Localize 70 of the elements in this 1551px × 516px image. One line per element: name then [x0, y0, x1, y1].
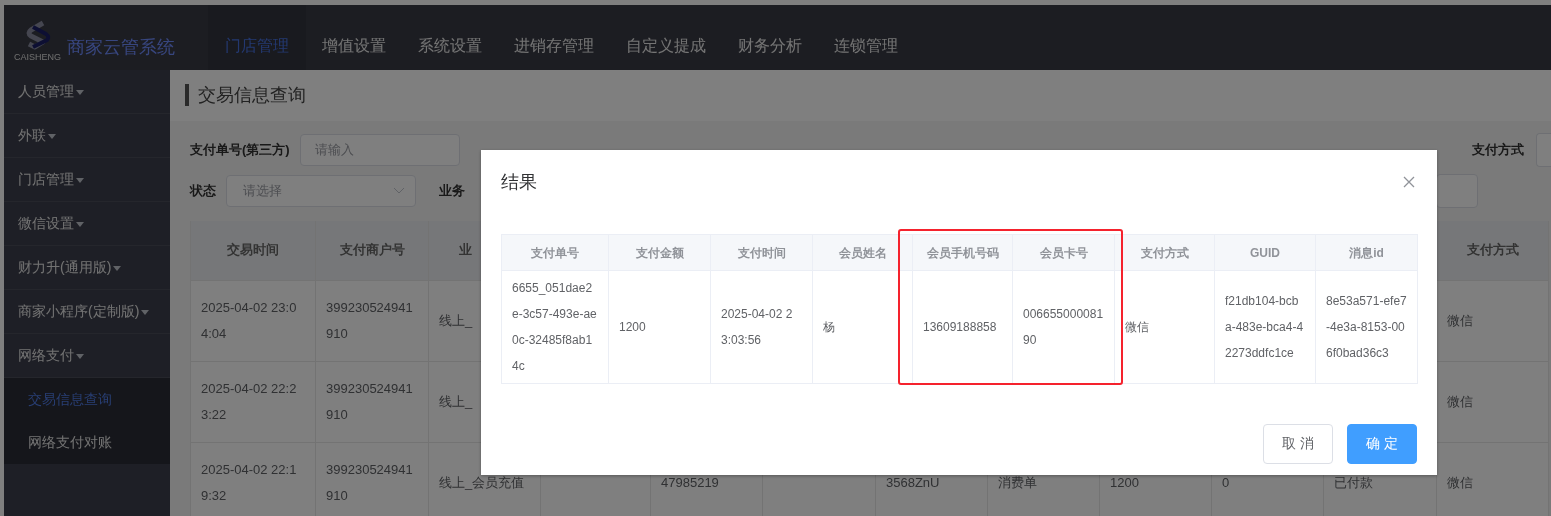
nav-tab[interactable]: 系统设置 — [402, 5, 498, 70]
table-cell-text: 1200 — [1110, 473, 1139, 492]
sidebar-item[interactable]: 商家小程序(定制版) — [4, 290, 170, 334]
table-cell-text: 微信 — [1447, 473, 1473, 492]
caret-icon — [48, 134, 56, 139]
table-cell-text: 线上_ — [439, 392, 473, 411]
table-cell-text: 399230524941910 — [326, 298, 414, 343]
column-header: 支付方式 — [1115, 235, 1215, 271]
page-title: 交易信息查询 — [198, 84, 306, 108]
column-header: 支付时间 — [711, 235, 813, 271]
chevron-icon — [393, 187, 405, 195]
table-cell-text: 微信 — [1447, 311, 1473, 330]
submenu-item[interactable]: 网络支付对账 — [4, 421, 170, 464]
nav-tab[interactable]: 财务分析 — [722, 5, 818, 70]
caret-icon — [76, 178, 84, 183]
table-cell-text: 微信 — [1447, 392, 1473, 411]
field-label: 状态 — [190, 181, 216, 200]
close-icon[interactable] — [1403, 176, 1415, 188]
column-header: 消息id — [1316, 235, 1418, 271]
field-label: 支付单号(第三方) — [190, 140, 290, 159]
table-cell: 6655_051dae2e-3c57-493e-ae0c-32485f8ab14c — [502, 271, 609, 384]
cancel-button[interactable]: 取 消 — [1263, 424, 1334, 464]
table-cell: 1200 — [609, 271, 711, 384]
nav-tab[interactable]: 自定义提成 — [610, 5, 722, 70]
table-cell-text: 2025-04-02 23:04:04 — [201, 298, 298, 343]
table-cell-text: 0 — [1222, 473, 1230, 492]
table-cell: 杨 — [813, 271, 913, 384]
table-cell-text: 47985219 — [661, 473, 719, 492]
column-header: 会员卡号 — [1013, 235, 1115, 271]
sidebar-item[interactable]: 外联 — [4, 114, 170, 158]
nav-tab[interactable]: 进销存管理 — [498, 5, 610, 70]
table-cell: 微信 — [1115, 271, 1215, 384]
field-label: 业务 — [439, 181, 465, 200]
caret-icon — [76, 354, 84, 359]
table-cell-text: 2025-04-02 22:19:32 — [201, 460, 298, 505]
table-cell: 8e53a571-efe7-4e3a-8153-006f0bad36c3 — [1316, 271, 1418, 384]
column-header: 交易时间 — [227, 241, 279, 260]
caret-icon — [76, 222, 84, 227]
column-header: 支付单号 — [502, 235, 609, 271]
table-cell: 2025-04-02 23:03:56 — [711, 271, 813, 384]
dialog-title: 结果 — [501, 171, 537, 194]
table-cell-text: 2025-04-02 22:23:22 — [201, 379, 298, 424]
column-header: 支付方式 — [1466, 241, 1519, 260]
column-header: 支付金额 — [609, 235, 711, 271]
column-header: 业 — [459, 241, 472, 260]
sidebar-item[interactable]: 财力升(通用版) — [4, 246, 170, 290]
table-cell-text: 线上_ — [439, 311, 473, 330]
column-header: GUID — [1215, 235, 1316, 271]
table-cell-text: 已付款 — [1334, 473, 1373, 492]
sidebar-item[interactable]: 微信设置 — [4, 202, 170, 246]
confirm-button[interactable]: 确 定 — [1347, 424, 1417, 464]
column-header: 会员手机号码 — [913, 235, 1013, 271]
input-field[interactable] — [1436, 173, 1478, 208]
nav-tab[interactable]: 连锁管理 — [818, 5, 914, 70]
logo-caption: CAISHENG — [14, 51, 61, 62]
table-cell: f21db104-bcba-483e-bca4-42273ddfc1ce — [1215, 271, 1316, 384]
field-label: 支付方式 — [1472, 140, 1524, 159]
table-cell-text: 3568ZnU — [886, 473, 940, 492]
sidebar-item[interactable]: 门店管理 — [4, 158, 170, 202]
table-cell-text: 线上_会员充值 — [439, 473, 525, 492]
app-title: 商家云管系统 — [67, 35, 175, 59]
caret-icon — [141, 310, 150, 315]
caret-icon — [76, 90, 84, 95]
caret-icon — [113, 266, 122, 271]
table-cell-text: 399230524941910 — [326, 460, 414, 505]
column-header: 会员姓名 — [813, 235, 913, 271]
table-cell-text: 399230524941910 — [326, 379, 414, 424]
table-cell-text: 消费单 — [998, 473, 1037, 492]
column-header: 支付商户号 — [339, 241, 405, 260]
nav-tab[interactable]: 增值设置 — [306, 5, 402, 70]
